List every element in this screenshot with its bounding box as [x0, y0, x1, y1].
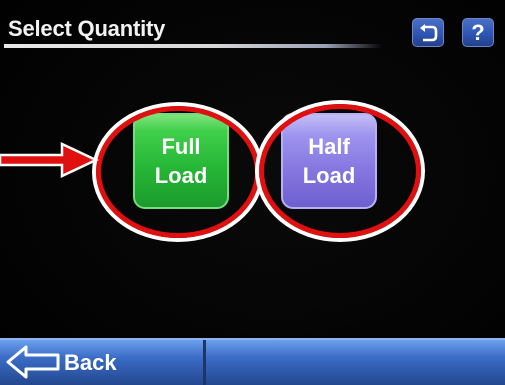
title-underline	[4, 44, 382, 48]
back-label: Back	[64, 350, 117, 375]
undo-icon	[420, 23, 438, 41]
pointer-arrow-icon	[0, 142, 99, 178]
bar-divider	[203, 340, 206, 385]
highlight-circle-full	[92, 102, 264, 242]
undo-button[interactable]	[412, 18, 444, 47]
back-arrow-icon	[6, 345, 60, 379]
help-button[interactable]: ?	[462, 18, 494, 47]
screen: Select Quantity ? Full Load Half Load Ba…	[0, 0, 505, 385]
help-icon: ?	[471, 19, 485, 45]
page-title: Select Quantity	[8, 16, 166, 41]
bottom-bar: Back	[0, 338, 505, 385]
highlight-circle-half	[255, 100, 425, 242]
back-button[interactable]: Back	[0, 340, 203, 385]
